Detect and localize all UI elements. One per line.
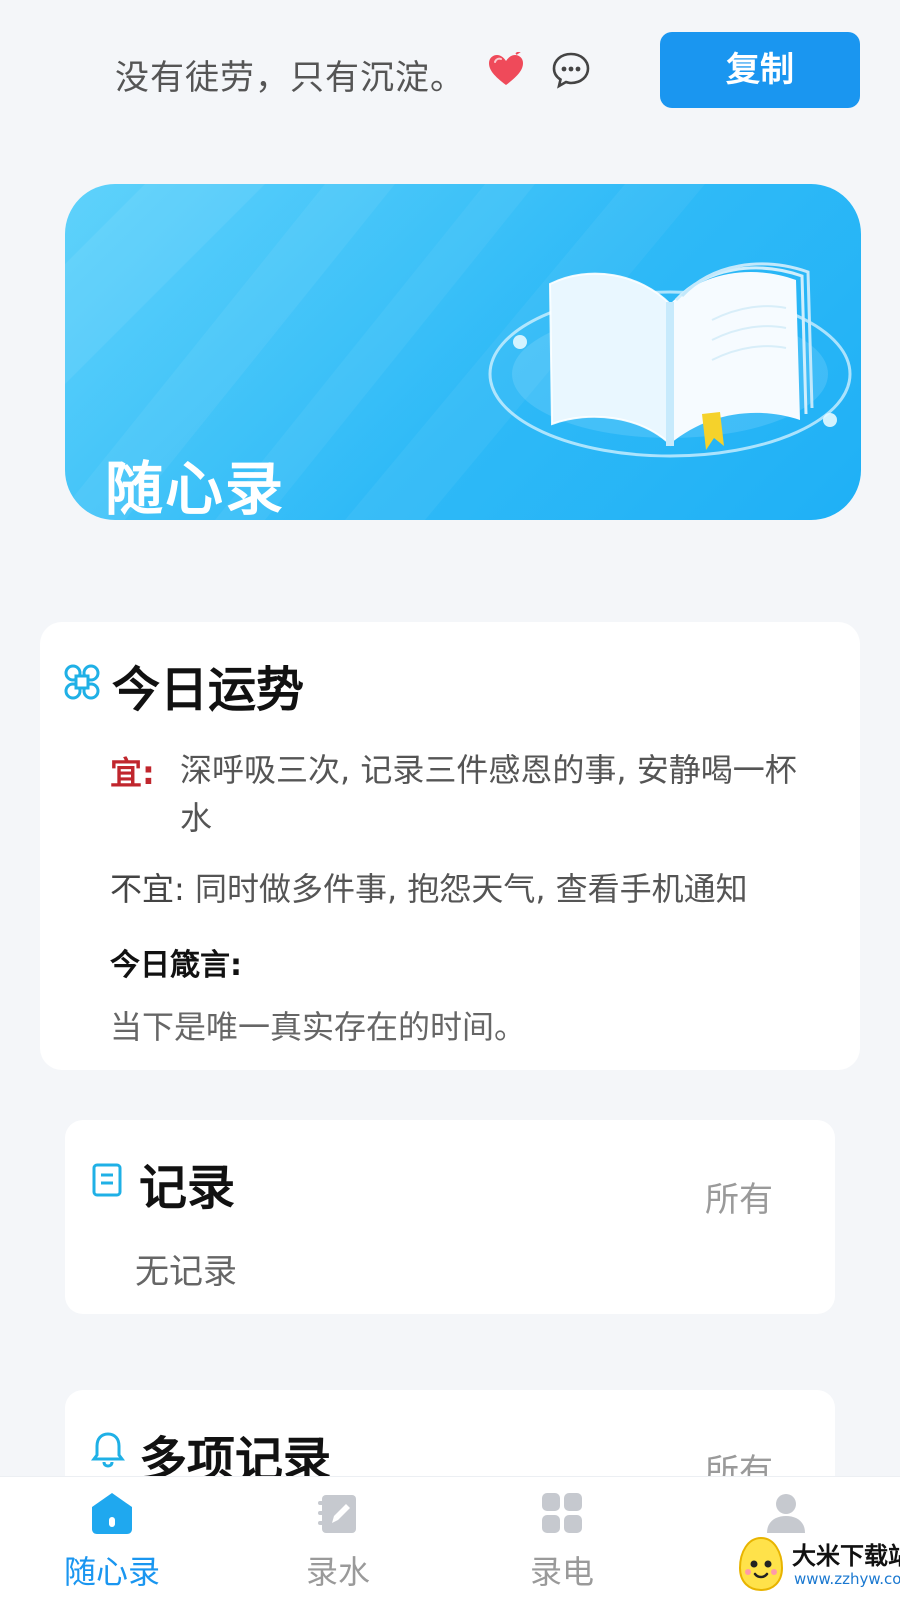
nav-item-lushui[interactable]: 录水 — [258, 1477, 418, 1600]
hero-banner[interactable]: 随心录 — [65, 184, 861, 520]
daily-fortune-card: 今日运势 宜: 深呼吸三次, 记录三件感恩的事, 安静喝一杯水 不宜: 同时做多… — [40, 622, 860, 1070]
unsuitable-text: 同时做多件事, 抱怨天气, 查看手机通知 — [194, 870, 748, 908]
bell-icon — [91, 1432, 125, 1468]
user-icon — [767, 1494, 805, 1533]
document-icon — [92, 1163, 122, 1197]
records-all-link[interactable]: 所有 — [705, 1172, 773, 1221]
nav-item-suixinlu[interactable]: 随心录 — [32, 1477, 192, 1600]
records-title: 记录 — [139, 1160, 236, 1216]
nav-label: 随心录 — [63, 1553, 160, 1591]
records-card: 记录 所有 无记录 — [65, 1120, 835, 1314]
copy-button[interactable]: 复制 — [660, 32, 860, 108]
watermark-url: www.zzhyw.com — [794, 1570, 900, 1588]
app-screen: 没有徒劳，只有沉淀。 复制 随心录 今日运势 宜: 深呼吸三次, 记录三件感恩的… — [0, 0, 900, 1600]
site-watermark: 大米下载站 www.zzhyw.com — [736, 1534, 900, 1596]
fortune-title: 今日运势 — [112, 662, 305, 718]
nav-label: 录水 — [305, 1553, 370, 1591]
suitable-text: 深呼吸三次, 记录三件感恩的事, 安静喝一杯水 — [180, 751, 797, 837]
heart-icon[interactable] — [486, 52, 526, 88]
unsuitable-row: 不宜: 同时做多件事, 抱怨天气, 查看手机通知 — [110, 864, 748, 910]
motto-label: 今日箴言: — [110, 948, 242, 983]
nav-label: 录电 — [529, 1553, 594, 1591]
suitable-label: 宜: — [110, 754, 155, 792]
top-bar: 没有徒劳，只有沉淀。 复制 — [0, 0, 900, 150]
mascot-logo-icon — [738, 1536, 784, 1592]
daily-quote: 没有徒劳，只有沉淀。 — [115, 58, 465, 98]
notebook-pen-icon — [318, 1495, 356, 1533]
motto-text: 当下是唯一真实存在的时间。 — [110, 1008, 527, 1046]
records-empty-text: 无记录 — [135, 1252, 237, 1292]
unsuitable-label: 不宜: — [110, 870, 185, 908]
nav-item-ludian[interactable]: 录电 — [482, 1477, 642, 1600]
open-book-illustration — [488, 262, 852, 458]
grid-icon — [542, 1493, 582, 1533]
home-icon — [92, 1493, 132, 1534]
watermark-title: 大米下载站 — [792, 1542, 900, 1570]
banner-title: 随心录 — [105, 455, 286, 520]
command-icon — [64, 664, 100, 700]
chat-bubble-icon[interactable] — [551, 50, 591, 90]
